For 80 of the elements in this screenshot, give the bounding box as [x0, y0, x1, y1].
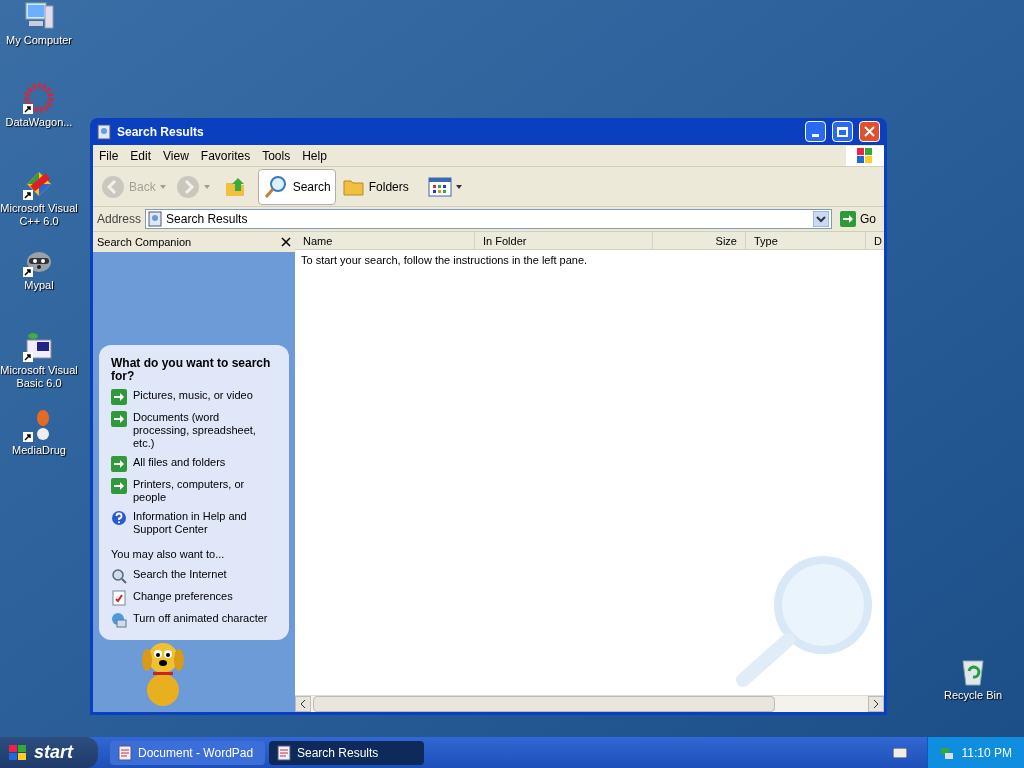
scroll-right-icon[interactable] — [868, 696, 884, 712]
computer-icon — [23, 0, 55, 32]
help-icon — [111, 509, 127, 526]
search-option-link[interactable]: Printers, computers, or people — [111, 477, 277, 504]
option-link[interactable]: Turn off animated character — [111, 612, 277, 628]
menu-item[interactable]: File — [93, 146, 125, 165]
desktop-icon[interactable]: Mypal — [0, 245, 78, 292]
taskbar-button[interactable]: Search Results — [269, 740, 424, 765]
arrow-circle-icon — [101, 174, 125, 199]
menu-item[interactable]: Favorites — [194, 146, 257, 165]
caret-icon — [455, 184, 462, 189]
folders-button[interactable]: Folders — [337, 168, 414, 205]
keyboard-icon[interactable] — [892, 747, 907, 758]
pane-title: Search Companion — [97, 234, 192, 250]
windows-flag-icon — [8, 743, 28, 762]
horizontal-scrollbar[interactable] — [295, 695, 884, 712]
desktop-icon[interactable]: Recycle Bin — [934, 655, 1012, 702]
document-icon — [277, 744, 291, 761]
menu-item[interactable]: Edit — [124, 146, 158, 165]
column-header[interactable]: In Folder — [475, 232, 653, 249]
close-button[interactable] — [859, 121, 880, 142]
search-icon — [262, 173, 289, 200]
column-header[interactable]: D — [866, 232, 884, 249]
maximize-button[interactable] — [832, 121, 853, 142]
option-link[interactable]: Change preferences — [111, 590, 277, 606]
column-header[interactable]: Type — [746, 232, 866, 249]
menu-item[interactable]: Help — [296, 146, 333, 165]
desktop-icon[interactable]: MediaDrug — [0, 410, 78, 457]
address-field[interactable]: Search Results — [145, 209, 832, 229]
instruction-text: To start your search, follow the instructions in the left pane. — [300, 253, 589, 268]
desktop-icon[interactable]: Microsoft Visual Basic 6.0 — [0, 330, 78, 390]
desktop-icon[interactable]: DataWagon... — [0, 82, 78, 129]
scroll-left-icon[interactable] — [295, 696, 311, 712]
icon-label: Microsoft Visual Basic 6.0 — [0, 364, 78, 390]
flower-icon — [23, 82, 55, 114]
taskbar-button[interactable]: Document - WordPad — [110, 740, 265, 765]
address-label: Address — [97, 211, 142, 228]
document-check-icon — [111, 590, 127, 606]
window-icon — [97, 123, 111, 140]
pill-icon — [37, 410, 49, 440]
close-icon — [864, 126, 875, 137]
icon-label: Microsoft Visual C++ 6.0 — [0, 202, 78, 228]
search-button[interactable]: Search — [257, 168, 336, 205]
grid-icon — [427, 176, 452, 197]
window-title: Search Results — [117, 123, 205, 141]
dropdown-icon[interactable] — [813, 211, 829, 227]
icon-label: Mypal — [24, 279, 54, 292]
icon-label: Recycle Bin — [943, 689, 1003, 702]
desktop-icon[interactable]: Microsoft Visual C++ 6.0 — [0, 168, 78, 228]
icon-label: DataWagon... — [5, 116, 73, 129]
caret-icon — [159, 184, 166, 189]
network-icon[interactable] — [939, 745, 954, 760]
search-option-link[interactable]: Pictures, music, or video — [111, 388, 277, 405]
option-link[interactable]: Search the Internet — [111, 568, 277, 584]
search-option-link[interactable]: All files and folders — [111, 455, 277, 472]
menu-item[interactable]: Tools — [256, 146, 297, 165]
search-page-icon — [148, 211, 163, 227]
menu-item[interactable]: View — [157, 146, 195, 165]
bubble-subheading: You may also want to... — [111, 546, 226, 562]
column-header[interactable]: Size — [653, 232, 746, 249]
icon-label: MediaDrug — [12, 444, 66, 457]
search-option-link[interactable]: Documents (word processing, spreadsheet, etc.) — [111, 410, 277, 450]
scroll-thumb[interactable] — [313, 696, 775, 712]
minimize-button[interactable] — [805, 121, 826, 142]
start-button[interactable]: start — [0, 737, 98, 768]
clock: 11:10 PM — [961, 744, 1012, 762]
desktop-icon[interactable]: My Computer — [0, 0, 78, 47]
arrow-circle-icon — [175, 174, 200, 199]
caret-icon — [203, 184, 210, 189]
program-icon — [23, 330, 55, 362]
bubble-heading: What do you want to search for? — [111, 356, 272, 383]
icon-label: My Computer — [6, 34, 72, 47]
close-icon[interactable] — [281, 237, 291, 247]
windows-flag-icon — [846, 145, 884, 166]
column-header[interactable]: Name — [295, 232, 475, 249]
document-icon — [118, 744, 132, 761]
monitor-icon — [111, 612, 127, 628]
search-option-link[interactable]: Information in Help and Support Center — [111, 509, 277, 536]
magnifier-icon — [111, 568, 127, 584]
go-button[interactable]: Go — [836, 210, 880, 228]
